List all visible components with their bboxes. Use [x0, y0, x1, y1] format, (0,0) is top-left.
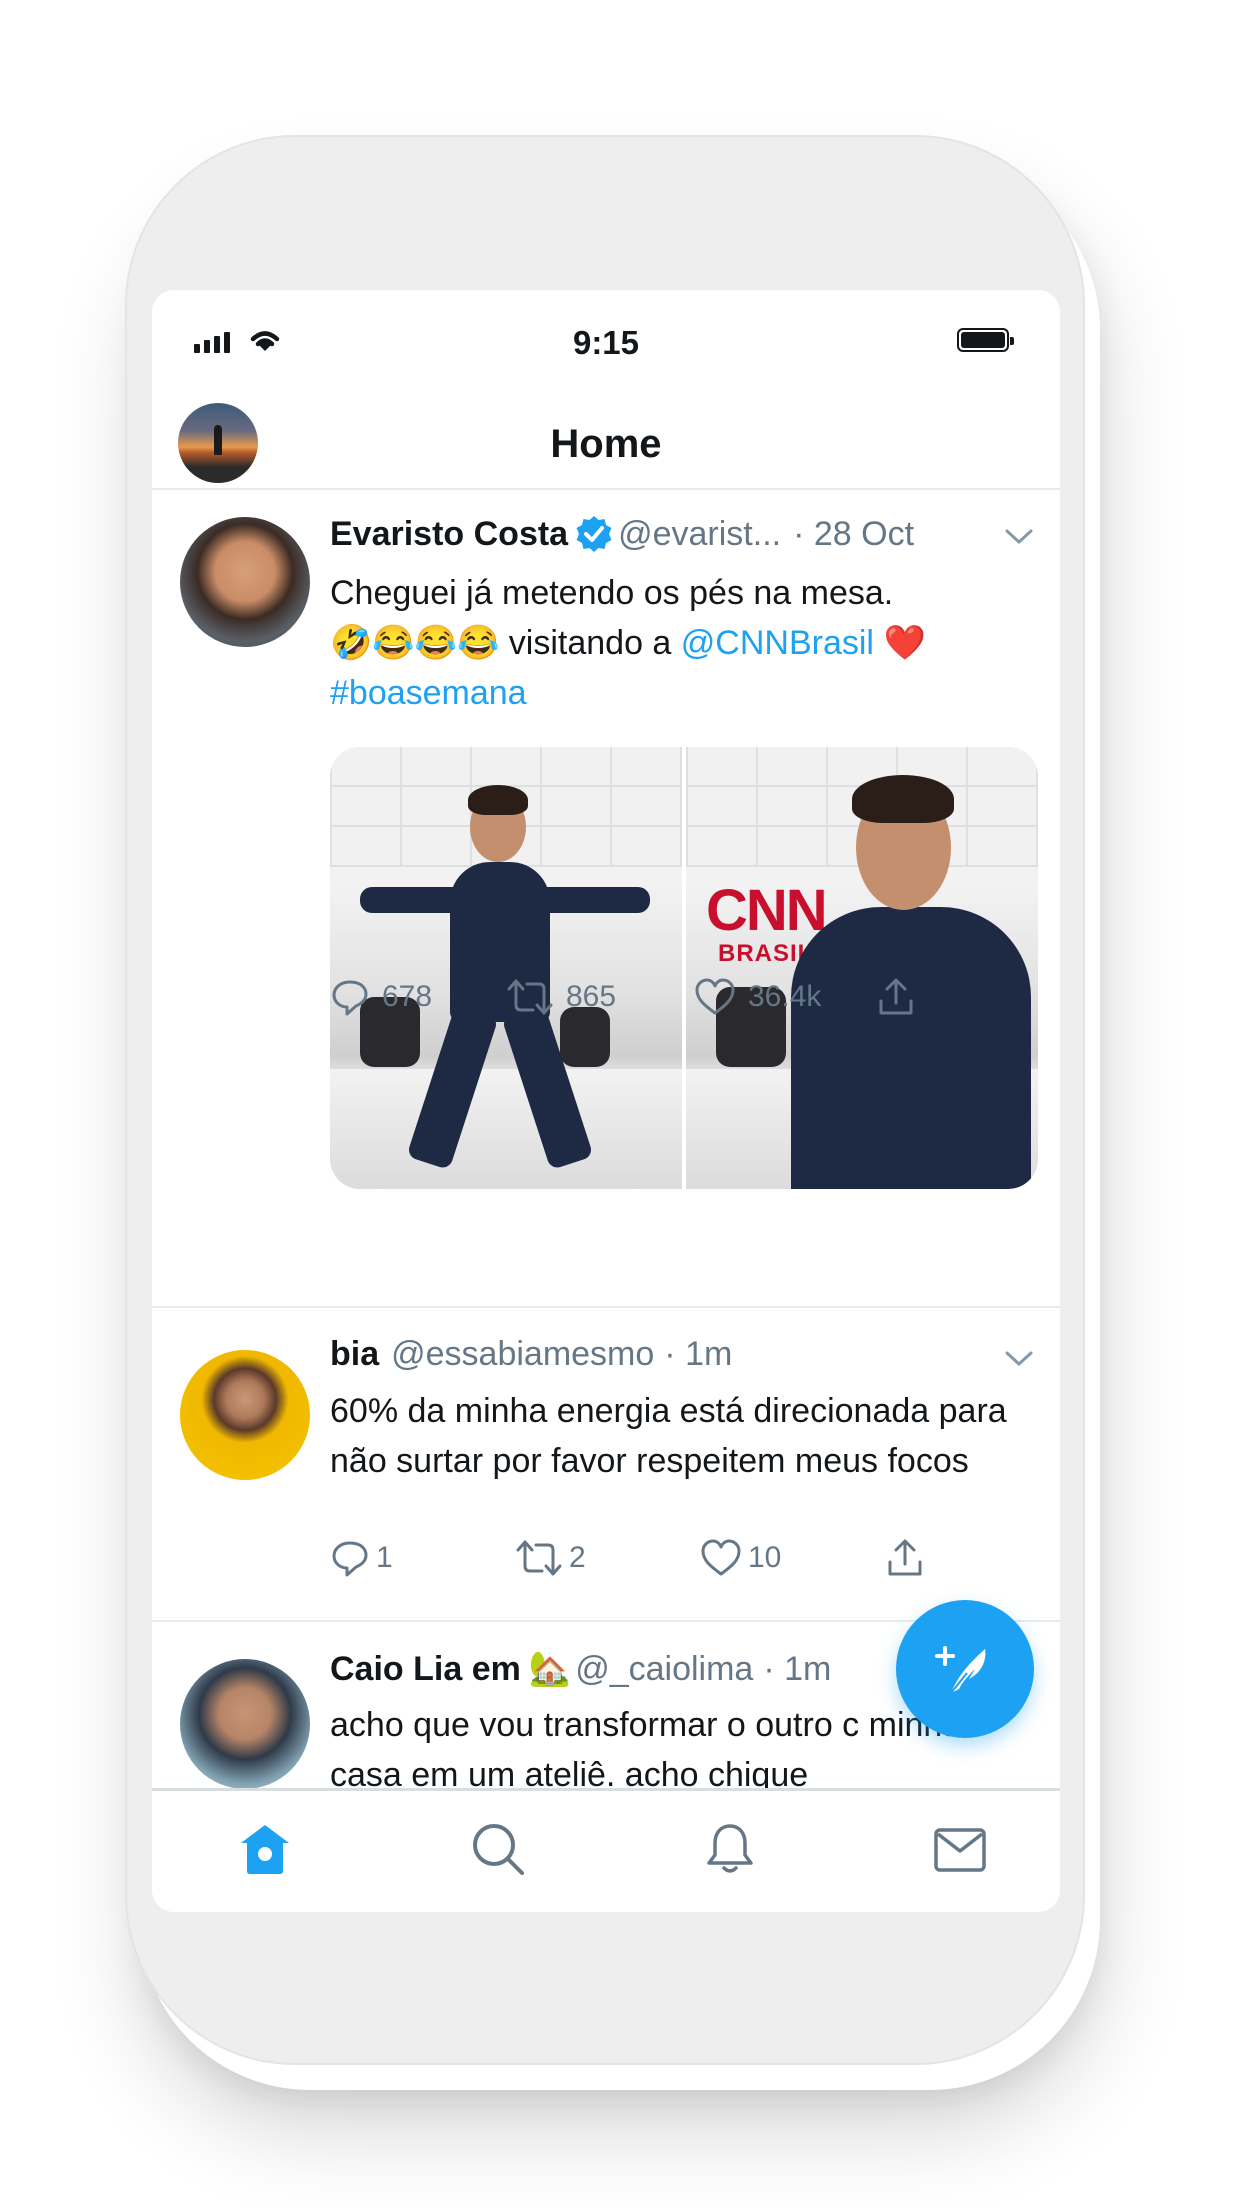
- tweet-text-line: 🤣😂😂😂 visitando a @CNNBrasil ❤️: [330, 618, 1024, 668]
- house-emoji: 🏡: [528, 1650, 572, 1688]
- reply-button[interactable]: 678: [330, 977, 506, 1017]
- tweet-avatar[interactable]: [180, 1659, 310, 1789]
- tweet-avatar[interactable]: [180, 517, 310, 647]
- share-button[interactable]: [885, 1538, 925, 1578]
- tweet-author-name[interactable]: Evaristo Costa: [330, 515, 568, 554]
- reply-count: 1: [376, 1541, 393, 1574]
- tweet-time: · 1m: [763, 1649, 832, 1688]
- tweet-photo-1[interactable]: [330, 747, 682, 1189]
- like-button[interactable]: 10: [700, 1538, 885, 1578]
- tweet-avatar[interactable]: [180, 1350, 310, 1480]
- compose-feather-icon: [935, 1646, 986, 1694]
- like-count: 10: [748, 1541, 782, 1574]
- reply-icon: [332, 1541, 368, 1577]
- tweet-media[interactable]: CNN BRASIL: [330, 747, 1038, 1189]
- tweet-author-name[interactable]: bia: [330, 1335, 379, 1374]
- tweet-time: · 1m: [664, 1335, 733, 1373]
- tweet-time: · 28 Oct: [793, 514, 915, 553]
- retweet-button[interactable]: 865: [506, 977, 694, 1017]
- reply-button[interactable]: 1: [330, 1538, 515, 1578]
- retweet-icon: [516, 1540, 562, 1576]
- tweet-text-line: Cheguei já metendo os pés na mesa.: [330, 574, 894, 612]
- chevron-down-icon[interactable]: [1004, 528, 1034, 546]
- tweet-actions: 1 2 10: [330, 1538, 925, 1578]
- messages-icon[interactable]: [932, 1821, 988, 1877]
- share-button[interactable]: [876, 977, 916, 1017]
- tweet[interactable]: Evaristo Costa @evarist... · 28 Oct Cheg…: [152, 492, 1060, 1308]
- retweet-count: 865: [566, 980, 617, 1013]
- tweet-author-name[interactable]: Caio Lia em: [330, 1650, 521, 1689]
- share-icon: [888, 1539, 922, 1576]
- verified-badge-icon: [576, 516, 612, 552]
- tweet-text: 60% da minha energia está direcionada pa…: [330, 1392, 1007, 1480]
- share-icon: [879, 978, 913, 1015]
- reply-icon: [332, 980, 368, 1016]
- heart-icon: [695, 978, 735, 1015]
- heart-icon: [701, 1539, 741, 1576]
- like-button[interactable]: 36.4k: [694, 977, 876, 1017]
- like-count: 36.4k: [748, 980, 822, 1013]
- tweet[interactable]: bia @essabiamesmo · 1m 60% da minha ener…: [152, 1310, 1060, 1622]
- tweet-header: bia @essabiamesmo · 1m: [330, 1335, 732, 1374]
- heart-emoji: ❤️: [874, 624, 926, 662]
- tweet-emojis: 🤣😂😂😂: [330, 624, 500, 662]
- search-icon[interactable]: [470, 1821, 526, 1877]
- tweet-handle: @essabiamesmo: [391, 1335, 655, 1373]
- retweet-icon: [507, 979, 553, 1015]
- tweet-handle: @_caiolima: [575, 1649, 754, 1688]
- tweet-header: Caio Lia em 🏡 @_caiolima · 1m: [330, 1649, 831, 1689]
- tweet-photo-2[interactable]: CNN BRASIL: [686, 747, 1038, 1189]
- tweet-actions: 678 865 36.4k: [330, 977, 916, 1017]
- tweet-header: Evaristo Costa @evarist... · 28 Oct: [330, 514, 914, 554]
- battery-icon: [957, 328, 1014, 352]
- top-bar: Home: [152, 400, 1060, 490]
- retweet-count: 2: [569, 1541, 586, 1574]
- compose-tweet-button[interactable]: [896, 1600, 1034, 1738]
- page-title: Home: [550, 422, 662, 466]
- tab-bar: [152, 1788, 1060, 1912]
- hashtag-link[interactable]: #boasemana: [330, 668, 1024, 718]
- notifications-icon[interactable]: [702, 1821, 758, 1877]
- mention-link[interactable]: @CNNBrasil: [681, 624, 874, 662]
- chevron-down-icon[interactable]: [1004, 1350, 1034, 1368]
- retweet-button[interactable]: 2: [515, 1538, 700, 1578]
- tweet-text: Cheguei já metendo os pés na mesa. 🤣😂😂😂 …: [330, 568, 1024, 718]
- tweet-text-fragment: visitando a: [499, 624, 681, 662]
- tweet-handle: @evarist...: [618, 514, 782, 553]
- reply-count: 678: [382, 980, 433, 1013]
- home-icon[interactable]: [237, 1821, 293, 1877]
- status-bar: 9:15: [152, 290, 1060, 400]
- status-time: 9:15: [572, 324, 640, 361]
